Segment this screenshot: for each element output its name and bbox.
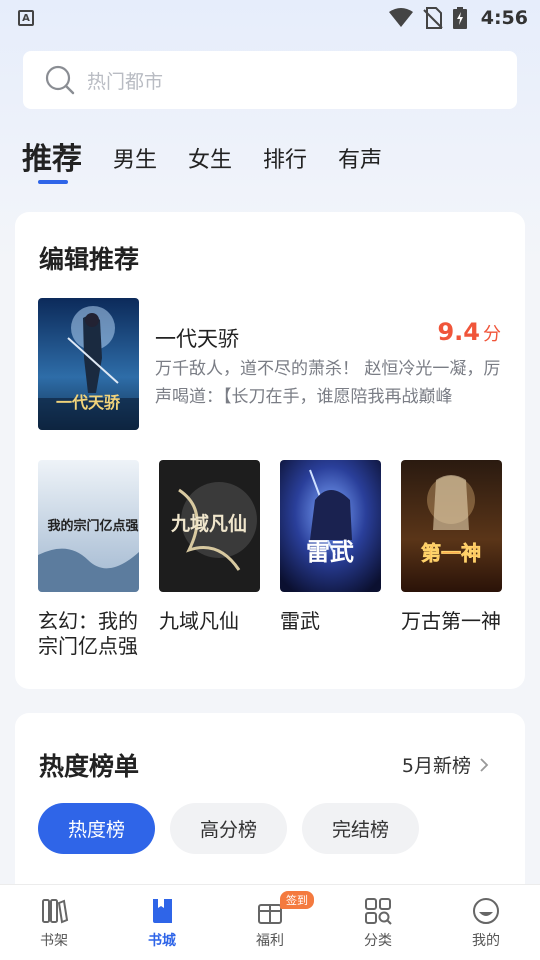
book-cover[interactable]: 雷武 <box>280 460 381 592</box>
bookshelf-icon <box>42 899 69 924</box>
featured-book-score: 9.4 分 <box>437 318 501 346</box>
featured-book-cover[interactable]: 一代天骄 <box>38 298 139 430</box>
search-placeholder: 热门都市 <box>87 70 164 93</box>
featured-book-description: 万千敌人，道不尽的萧杀！ 赵恒冷光一凝，厉声喝道：【长刀在手，谁愿陪我再战巅峰 <box>155 359 501 407</box>
book-cover-title: 雷武 <box>306 537 354 566</box>
nav-bookshelf[interactable]: 书架 <box>0 885 108 960</box>
book-cover[interactable]: 九域凡仙 <box>159 460 260 592</box>
book-item[interactable]: 九域凡仙 九域凡仙 <box>159 460 260 634</box>
featured-book-title[interactable]: 一代天骄 <box>155 323 239 353</box>
chip-high-score-ranking[interactable]: 高分榜 <box>170 803 288 854</box>
search-bar[interactable]: 热门都市 <box>23 51 517 109</box>
book-item[interactable]: 第一神 万古第一神 <box>401 460 502 634</box>
book-title[interactable]: 九域凡仙 <box>159 609 260 634</box>
tab-male[interactable]: 男生 <box>113 142 157 188</box>
nav-category[interactable]: 分类 <box>324 885 432 960</box>
book-title[interactable]: 玄幻：我的宗门亿点强 <box>38 609 139 659</box>
nav-label: 分类 <box>364 933 392 949</box>
book-icon <box>153 899 172 923</box>
tab-ranking[interactable]: 排行 <box>263 142 307 188</box>
section-title: 编辑推荐 <box>39 245 140 274</box>
tab-female[interactable]: 女生 <box>188 142 232 188</box>
profile-icon <box>473 898 499 924</box>
nav-welfare[interactable]: 签到 福利 <box>216 885 324 960</box>
bottom-navigation: 书架 书城 签到 福利 分类 我的 <box>0 884 540 960</box>
wifi-icon <box>388 8 413 27</box>
book-cover-title: 九域凡仙 <box>170 512 247 535</box>
category-tabs: 推荐 男生 女生 排行 有声 <box>22 128 413 188</box>
status-bar: A 4:56 <box>0 0 540 36</box>
nav-label: 书架 <box>40 933 68 949</box>
section-title: 热度榜单 <box>39 752 140 781</box>
chip-hot-ranking[interactable]: 热度榜 <box>38 803 156 854</box>
tab-recommend[interactable]: 推荐 <box>22 134 82 188</box>
editor-pick-card: 编辑推荐 一代天骄 一代天骄 9.4 分 万千敌人，道不尽的萧杀！ 赵恒冷光一凝… <box>15 212 525 689</box>
book-title[interactable]: 雷武 <box>280 609 381 634</box>
nav-label: 书城 <box>148 933 176 949</box>
category-icon <box>365 898 392 925</box>
nav-bookstore[interactable]: 书城 <box>108 885 216 960</box>
book-title[interactable]: 万古第一神 <box>401 609 502 634</box>
battery-icon <box>452 7 467 29</box>
book-cover[interactable]: 第一神 <box>401 460 502 592</box>
signin-badge: 签到 <box>280 891 314 909</box>
no-sim-icon <box>423 7 443 29</box>
notification-a-icon: A <box>18 10 34 26</box>
nav-label: 福利 <box>256 933 284 949</box>
book-item[interactable]: 我的宗门亿点强 玄幻：我的宗门亿点强 <box>38 460 139 659</box>
chip-completed-ranking[interactable]: 完结榜 <box>302 803 420 854</box>
book-cover-title: 我的宗门亿点强 <box>47 518 138 534</box>
hot-list-more-link[interactable]: 5月新榜 <box>402 751 491 778</box>
nav-profile[interactable]: 我的 <box>432 885 540 960</box>
hot-list-card: 热度榜单 5月新榜 热度榜 高分榜 完结榜 <box>15 713 525 903</box>
book-cover[interactable]: 我的宗门亿点强 <box>38 460 139 592</box>
ranking-chips: 热度榜 高分榜 完结榜 <box>38 803 420 854</box>
book-cover-title: 第一神 <box>421 541 481 565</box>
search-icon <box>45 65 75 95</box>
featured-cover-title: 一代天骄 <box>56 393 121 412</box>
tab-audio[interactable]: 有声 <box>338 142 382 188</box>
chevron-right-icon <box>480 757 489 772</box>
clock: 4:56 <box>480 7 528 29</box>
book-item[interactable]: 雷武 雷武 <box>280 460 381 634</box>
nav-label: 我的 <box>472 933 500 949</box>
